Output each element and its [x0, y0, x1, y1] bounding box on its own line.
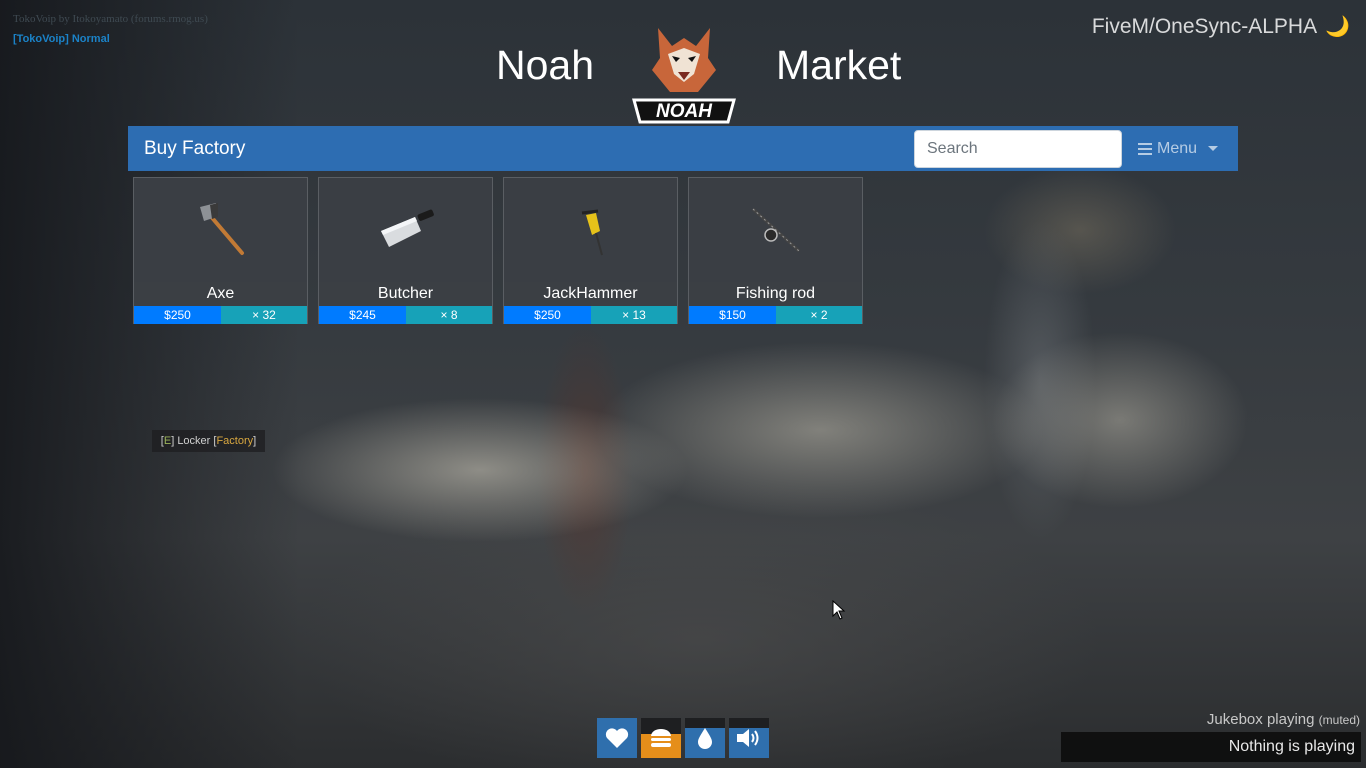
navbar: Buy Factory Menu: [128, 126, 1238, 171]
speaker-icon: [729, 718, 769, 758]
item-name: Fishing rod: [689, 282, 862, 306]
menu-label: Menu: [1157, 139, 1198, 157]
price-badge: $250: [504, 306, 591, 324]
item-footer: $250 × 32: [134, 306, 307, 324]
locker-prompt: [E] Locker [Factory]: [152, 430, 265, 452]
burger-icon: [641, 718, 681, 758]
item-card-fishing-rod[interactable]: Fishing rod $150 × 2: [688, 177, 863, 324]
item-footer: $250 × 13: [504, 306, 677, 324]
hunger-status: [641, 718, 681, 758]
item-image: [504, 178, 677, 282]
cleaver-icon: [380, 209, 434, 247]
wolf-logo-icon: NOAH: [632, 28, 736, 124]
item-name: Axe: [134, 282, 307, 306]
item-footer: $245 × 8: [319, 306, 492, 324]
fishing-rod-icon: [751, 207, 800, 253]
moon-icon: 🌙: [1325, 16, 1350, 38]
nav-title[interactable]: Buy Factory: [144, 138, 245, 160]
hamburger-icon: [1138, 142, 1152, 155]
status-hud: [597, 718, 769, 758]
jukebox-status: Nothing is playing: [1061, 732, 1361, 762]
jukebox-muted: (muted): [1318, 713, 1360, 727]
voice-status: [729, 718, 769, 758]
price-badge: $245: [319, 306, 406, 324]
item-image: [319, 178, 492, 282]
title-left: Noah: [496, 42, 595, 88]
mouse-cursor-icon: [832, 600, 846, 620]
axe-icon: [199, 203, 244, 255]
health-status: [597, 718, 637, 758]
menu-dropdown-button[interactable]: Menu: [1138, 126, 1219, 171]
item-card-axe[interactable]: Axe $250 × 32: [133, 177, 308, 324]
jukebox-label: Jukebox playing (muted): [1206, 711, 1360, 728]
title-right: Market: [776, 42, 902, 88]
voip-credit: TokoVoip by Itokoyamato (forums.rmog.us): [13, 13, 208, 25]
item-card-jackhammer[interactable]: JackHammer $250 × 13: [503, 177, 678, 324]
server-name-label: FiveM/OneSync-ALPHA: [1091, 14, 1318, 38]
price-badge: $150: [689, 306, 776, 324]
caret-down-icon: [1208, 146, 1219, 151]
background-shade: [0, 0, 300, 768]
water-drop-icon: [685, 718, 725, 758]
quantity-badge: × 8: [406, 306, 492, 324]
item-card-butcher[interactable]: Butcher $245 × 8: [318, 177, 493, 324]
quantity-badge: × 13: [591, 306, 677, 324]
heart-icon: [597, 718, 637, 758]
quantity-badge: × 32: [221, 306, 307, 324]
item-name: Butcher: [319, 282, 492, 306]
voip-mode: [TokoVoip] Normal: [13, 33, 110, 45]
price-badge: $250: [134, 306, 221, 324]
item-image: [134, 178, 307, 282]
item-image: [689, 178, 862, 282]
thirst-status: [685, 718, 725, 758]
quantity-badge: × 2: [776, 306, 862, 324]
item-footer: $150 × 2: [689, 306, 862, 324]
logo-text: NOAH: [656, 101, 713, 122]
locker-name: Factory: [216, 435, 254, 447]
item-name: JackHammer: [504, 282, 677, 306]
server-name: FiveM/OneSync-ALPHA 🌙: [1092, 14, 1350, 39]
jackhammer-icon: [581, 209, 603, 256]
search-input[interactable]: [914, 130, 1122, 168]
